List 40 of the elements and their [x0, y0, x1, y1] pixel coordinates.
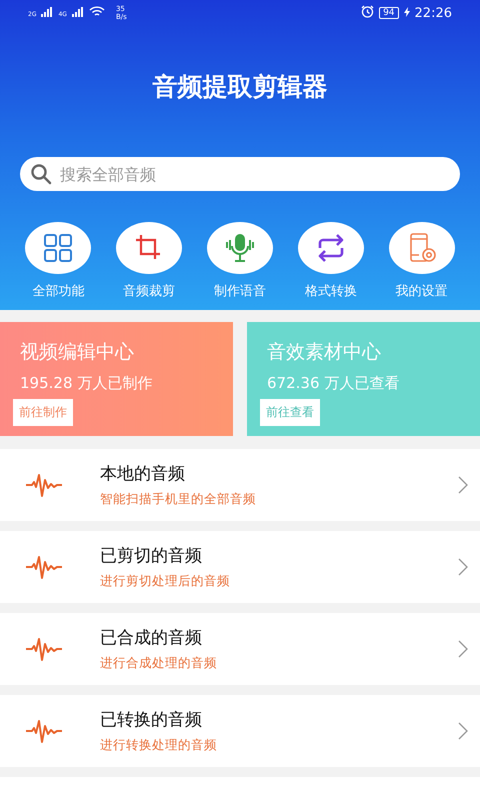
chevron-right-icon: [458, 476, 468, 494]
card-stat: 672.36 万人已查看: [266, 373, 400, 393]
battery-level: 94: [379, 7, 399, 19]
audio-list-item[interactable]: 已转换的音频 进行转换处理的音频: [0, 695, 480, 767]
tool-button[interactable]: 我的设置: [376, 222, 467, 300]
action-button[interactable]: 前往制作: [13, 399, 73, 426]
repeat-arrows-icon: [316, 233, 346, 263]
card-title: 视频编辑中心: [19, 340, 135, 364]
item-subtitle: 进行剪切处理后的音频: [100, 573, 231, 589]
chevron-right-icon: [458, 722, 468, 740]
search-icon: [30, 163, 52, 185]
signal-icon: [72, 7, 84, 17]
card-title: 音效素材中心: [266, 340, 382, 364]
signal-icon: [41, 7, 54, 17]
chevron-right-icon: [458, 640, 468, 658]
tool-button[interactable]: 格式转换: [285, 222, 376, 300]
chevron-right-icon: [458, 558, 468, 576]
item-title: 已合成的音频: [100, 627, 203, 649]
tool-button[interactable]: 制作语音: [194, 222, 286, 300]
charging-icon: [404, 7, 410, 17]
alarm-clock-icon: [361, 5, 374, 18]
tool-button[interactable]: 音频裁剪: [104, 222, 195, 300]
action-button[interactable]: 前往查看: [260, 399, 320, 426]
search-field[interactable]: 搜索全部音频: [20, 157, 460, 191]
audio-list-item[interactable]: 已剪切的音频 进行剪切处理后的音频: [0, 531, 480, 603]
app-title: 音频提取剪辑器: [152, 71, 328, 103]
wifi-icon: [88, 6, 105, 18]
card-stat: 195.28 万人已制作: [19, 373, 154, 393]
status-time: 22:26: [414, 6, 452, 20]
microphone-icon: [224, 233, 255, 263]
item-title: 已转换的音频: [100, 709, 203, 731]
item-subtitle: 智能扫描手机里的全部音频: [100, 491, 257, 507]
audio-list-item[interactable]: 已合成的音频 进行合成处理的音频: [0, 613, 480, 685]
item-subtitle: 进行转换处理的音频: [100, 737, 218, 753]
item-subtitle: 进行合成处理的音频: [100, 655, 218, 671]
tool-button[interactable]: 全部功能: [13, 222, 104, 300]
grid-icon: [43, 233, 74, 263]
item-title: 本地的音频: [100, 463, 186, 485]
item-title: 已剪切的音频: [100, 545, 203, 567]
audio-list-item[interactable]: 本地的音频 智能扫描手机里的全部音频: [0, 449, 480, 521]
